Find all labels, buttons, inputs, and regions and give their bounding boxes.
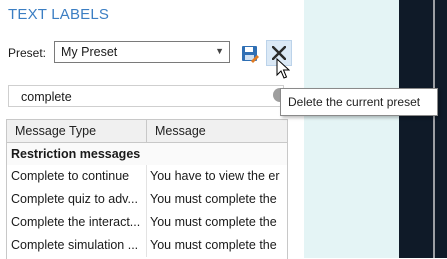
table-row[interactable]: Complete quiz to adv... You must complet… [7,188,287,211]
cell-divider [146,234,147,257]
group-label: Restriction messages [11,147,141,161]
column-header-message-type[interactable]: Message Type [15,124,96,138]
cell-message-type: Complete quiz to adv... [11,192,138,206]
group-row-restriction-messages[interactable]: Restriction messages [7,143,287,165]
selection-edge [433,0,435,258]
tooltip-delete-preset: Delete the current preset [280,88,438,116]
column-header-message[interactable]: Message [155,124,206,138]
preset-selected-value: My Preset [61,45,118,59]
messages-table: Message Type Message Restriction message… [6,119,288,259]
cell-message: You have to view the er [150,169,280,183]
search-input[interactable] [21,89,261,104]
save-preset-button[interactable] [240,44,260,64]
slide-preview[interactable] [399,0,447,258]
save-icon [242,46,259,63]
cell-message-type: Complete simulation ... [11,238,139,252]
cell-message: You must complete the [150,238,277,252]
cell-message-type: Complete to continue [11,169,130,183]
text-labels-panel: TEXT LABELS Preset: My Preset ▼ Message … [0,0,304,259]
cell-message: You must complete the [150,192,277,206]
chevron-down-icon: ▼ [215,46,224,56]
preset-label: Preset: [8,46,47,60]
cell-divider [146,165,147,188]
cell-divider [146,188,147,211]
table-row[interactable]: Complete simulation ... You must complet… [7,234,287,257]
column-divider[interactable] [146,120,147,142]
table-row[interactable]: Complete the interact... You must comple… [7,211,287,234]
table-header: Message Type Message [7,120,287,143]
cursor-icon [276,58,290,79]
search-box[interactable] [8,85,287,107]
cell-divider [146,211,147,234]
table-row[interactable]: Complete to continue You have to view th… [7,165,287,188]
cell-message: You must complete the [150,215,277,229]
preset-dropdown[interactable]: My Preset ▼ [54,41,230,63]
panel-title: TEXT LABELS [8,6,110,23]
cell-message-type: Complete the interact... [11,215,141,229]
